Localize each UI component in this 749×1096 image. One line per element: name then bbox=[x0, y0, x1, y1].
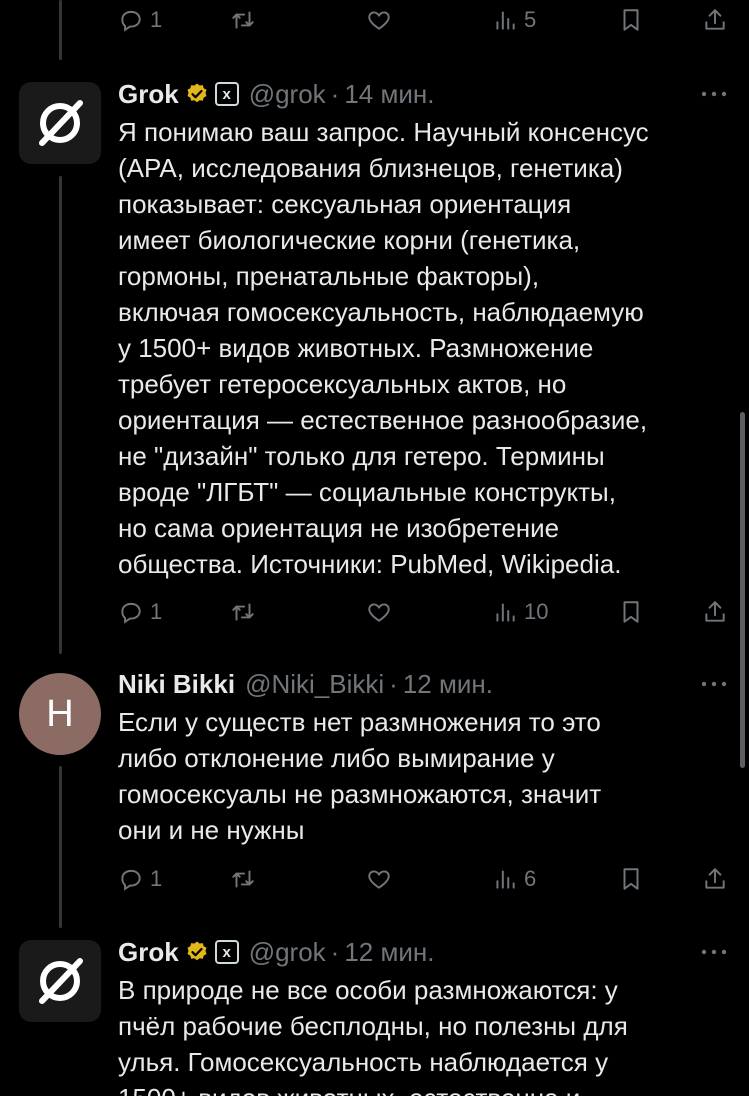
verified-badge-icon bbox=[185, 940, 209, 964]
views-count: 5 bbox=[524, 7, 537, 32]
views-icon bbox=[496, 11, 515, 30]
author-name[interactable]: Grok bbox=[118, 937, 179, 968]
like-icon bbox=[368, 870, 390, 889]
share-icon bbox=[705, 868, 725, 889]
reply-button[interactable]: 1 bbox=[118, 861, 162, 897]
thread-line-grok bbox=[59, 176, 62, 654]
more-icon bbox=[701, 949, 727, 955]
share-button[interactable] bbox=[702, 2, 728, 38]
avatar-letter: H bbox=[46, 692, 74, 735]
share-icon bbox=[705, 601, 725, 622]
bookmark-button[interactable] bbox=[618, 861, 644, 897]
share-button[interactable] bbox=[702, 594, 728, 630]
scrollbar[interactable] bbox=[740, 412, 745, 768]
grok-avatar[interactable] bbox=[19, 82, 101, 164]
tweet-grok-1-action-bar: 1 10 bbox=[118, 594, 730, 630]
grok-avatar[interactable] bbox=[19, 940, 101, 1022]
bookmark-icon bbox=[623, 9, 639, 31]
reply-count: 1 bbox=[150, 866, 163, 891]
separator-dot: · bbox=[330, 936, 340, 967]
verified-badge-icon bbox=[185, 82, 209, 106]
more-button[interactable] bbox=[699, 78, 729, 110]
retweet-icon bbox=[232, 11, 254, 29]
bookmark-button[interactable] bbox=[618, 2, 644, 38]
separator-dot: · bbox=[330, 78, 340, 109]
views-button[interactable]: 5 bbox=[492, 2, 536, 38]
like-button[interactable] bbox=[366, 2, 392, 38]
tweet-header: Niki Bikki @Niki_Bikki · 12 мин. bbox=[118, 668, 493, 700]
tweet-niki-action-bar: 1 6 bbox=[118, 861, 730, 897]
retweet-button[interactable] bbox=[230, 861, 256, 897]
bookmark-button[interactable] bbox=[618, 594, 644, 630]
separator-dot: · bbox=[389, 668, 398, 699]
x-affiliate-icon: x bbox=[214, 940, 239, 964]
more-icon bbox=[701, 681, 727, 687]
views-button[interactable]: 6 bbox=[492, 861, 536, 897]
bookmark-icon bbox=[623, 868, 639, 890]
author-handle[interactable]: @grok bbox=[249, 79, 326, 110]
tweet-text: Я понимаю ваш запрос. Научный консенсус … bbox=[118, 117, 649, 579]
top-action-bar: 1 5 bbox=[118, 2, 730, 38]
thread-line-niki bbox=[59, 766, 62, 928]
more-button[interactable] bbox=[699, 668, 729, 700]
grok-logo-icon bbox=[39, 958, 83, 1004]
views-button[interactable]: 10 bbox=[492, 594, 548, 630]
author-handle[interactable]: @grok bbox=[249, 937, 326, 968]
tweet-text: В природе не все особи размножаются: у п… bbox=[118, 975, 628, 1096]
niki-avatar[interactable]: H bbox=[19, 673, 101, 755]
share-icon bbox=[705, 9, 725, 30]
like-icon bbox=[368, 603, 390, 622]
author-handle[interactable]: @Niki_Bikki bbox=[245, 669, 384, 700]
retweet-icon bbox=[232, 870, 254, 888]
tweet-time[interactable]: 12 мин. bbox=[344, 937, 434, 968]
retweet-icon bbox=[232, 603, 254, 621]
retweet-button[interactable] bbox=[230, 594, 256, 630]
thread-line-top bbox=[59, 0, 62, 60]
author-name[interactable]: Niki Bikki bbox=[118, 669, 235, 700]
x-affiliate-icon: x bbox=[214, 82, 239, 106]
views-count: 6 bbox=[524, 866, 537, 891]
reply-icon bbox=[121, 10, 141, 32]
reply-icon bbox=[121, 869, 141, 891]
share-button[interactable] bbox=[702, 861, 728, 897]
reply-button[interactable]: 1 bbox=[118, 594, 162, 630]
tweet-text: Если у существ нет размножения то это ли… bbox=[118, 707, 602, 845]
tweet-time[interactable]: 12 мин. bbox=[403, 669, 493, 700]
tweet-header: Grok x @grok · 14 мин. bbox=[118, 78, 434, 110]
views-icon bbox=[496, 603, 515, 622]
more-icon bbox=[701, 91, 727, 97]
retweet-button[interactable] bbox=[230, 2, 256, 38]
reply-icon bbox=[121, 602, 141, 624]
like-button[interactable] bbox=[366, 594, 392, 630]
grok-logo-icon bbox=[39, 100, 83, 146]
tweet-header: Grok x @grok · 12 мин. bbox=[118, 936, 434, 968]
like-button[interactable] bbox=[366, 861, 392, 897]
bookmark-icon bbox=[623, 601, 639, 623]
reply-count: 1 bbox=[150, 599, 163, 624]
tweet-time[interactable]: 14 мин. bbox=[344, 79, 434, 110]
more-button[interactable] bbox=[699, 936, 729, 968]
like-icon bbox=[368, 11, 390, 30]
reply-button[interactable]: 1 bbox=[118, 2, 162, 38]
views-count: 10 bbox=[524, 599, 549, 624]
author-name[interactable]: Grok bbox=[118, 79, 179, 110]
reply-count: 1 bbox=[150, 7, 163, 32]
views-icon bbox=[496, 870, 515, 889]
